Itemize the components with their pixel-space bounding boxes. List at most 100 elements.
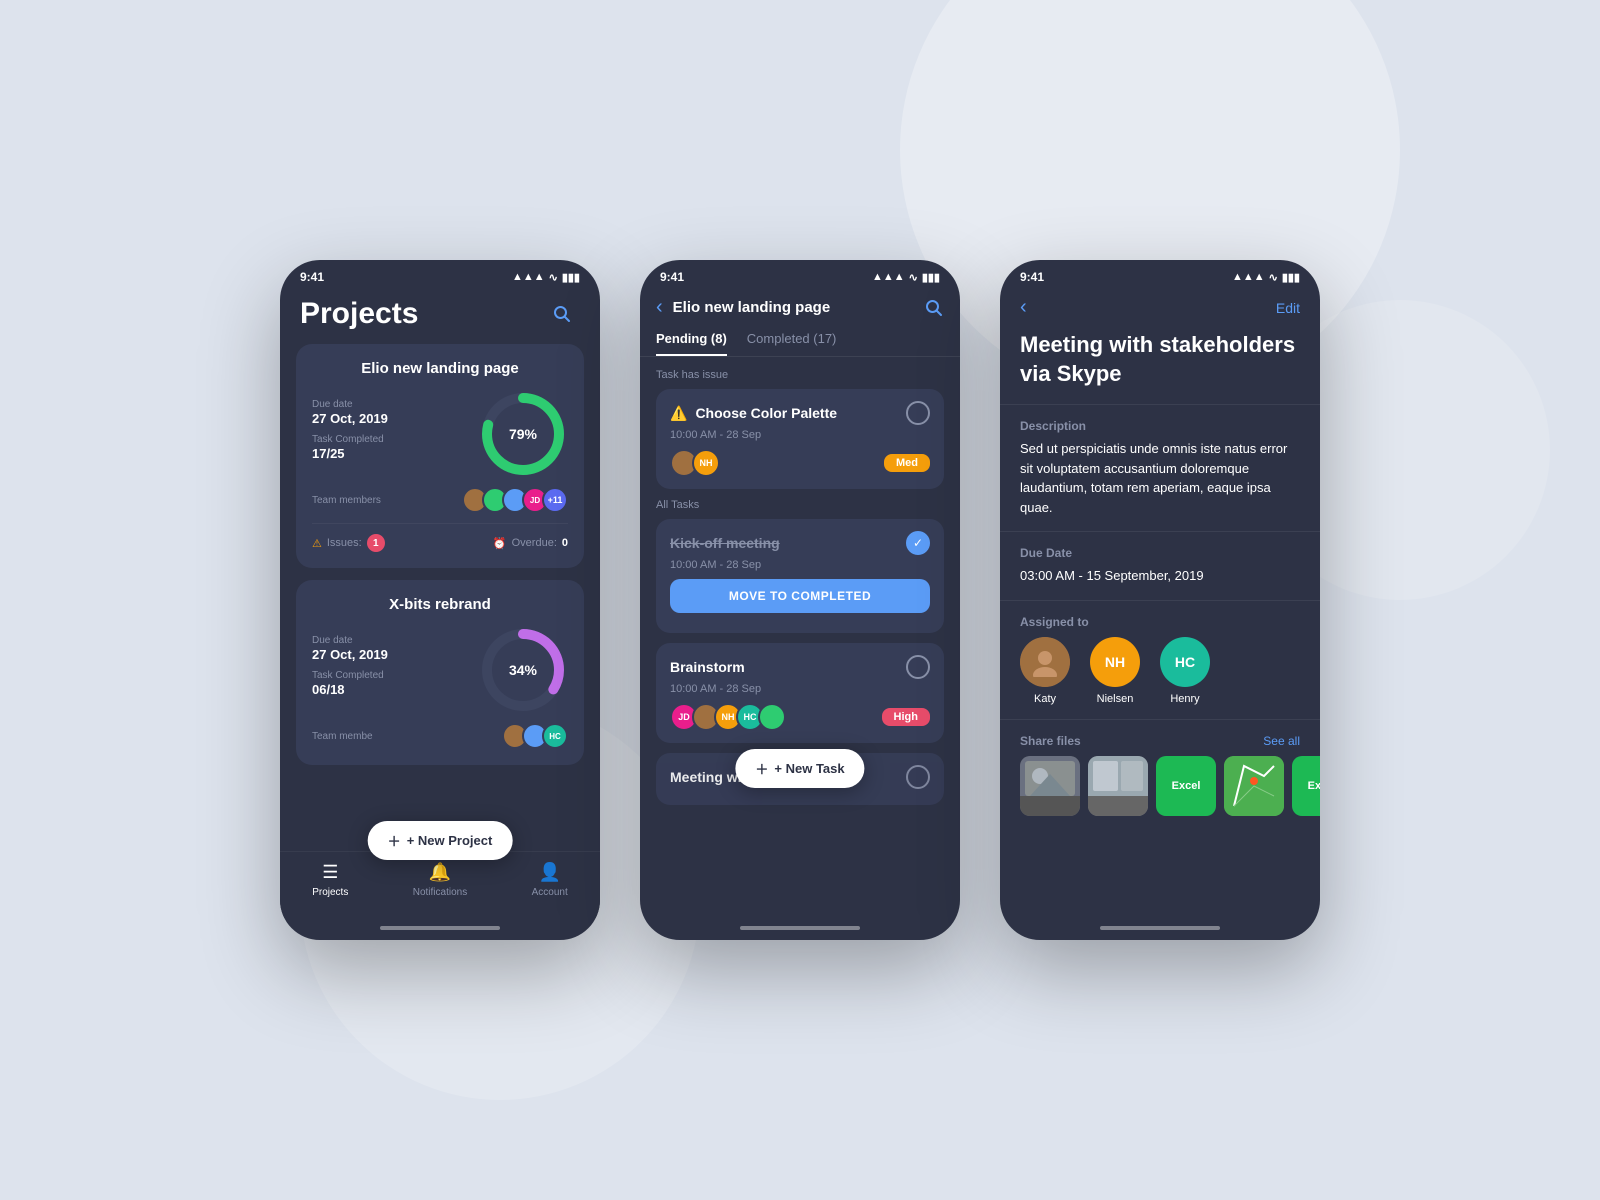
status-icons-1: ▲▲▲ ∿ ▮▮▮ — [512, 271, 580, 284]
phone-projects: 9:41 ▲▲▲ ∿ ▮▮▮ Projects Elio new landing… — [280, 260, 600, 940]
project-stats-xbits: Due date 27 Oct, 2019 Task Completed 06/… — [312, 625, 568, 715]
task-tabs: Pending (8) Completed (17) — [640, 331, 960, 357]
avatar-2-3: HC — [542, 723, 568, 749]
back-button-3[interactable]: ‹ — [1020, 296, 1027, 319]
task-card-brainstorm[interactable]: Brainstorm 10:00 AM - 28 Sep JD NH HC Hi… — [656, 643, 944, 743]
warning-icon-1: ⚠ — [312, 537, 322, 550]
tasks-done-1: 17/25 — [312, 446, 478, 461]
due-date-value-3: 03:00 AM - 15 September, 2019 — [1020, 566, 1300, 586]
signal-icon: ▲▲▲ — [512, 271, 545, 283]
status-bar-3: 9:41 ▲▲▲ ∿ ▮▮▮ — [1000, 260, 1320, 288]
new-task-button[interactable]: ＋ + New Task — [735, 749, 864, 788]
file-thumb-excel-1[interactable]: Excel — [1156, 756, 1216, 816]
issue-count-1: 1 — [367, 534, 385, 552]
file-thumb-excel-2[interactable]: Excel — [1292, 756, 1320, 816]
team-label-2: Team membe — [312, 731, 502, 742]
project-stats-elio: Due date 27 Oct, 2019 Task Completed 17/… — [312, 389, 568, 479]
description-value: Sed ut perspiciatis unde omnis iste natu… — [1020, 439, 1300, 517]
nav-projects[interactable]: ☰ Projects — [312, 862, 348, 898]
av-extra — [758, 703, 786, 731]
time-3: 9:41 — [1020, 270, 1044, 284]
assignee-avatar-henry: HC — [1160, 637, 1210, 687]
task-time-brainstorm: 10:00 AM - 28 Sep — [670, 683, 930, 695]
phones-container: 9:41 ▲▲▲ ∿ ▮▮▮ Projects Elio new landing… — [280, 260, 1320, 940]
assignee-name-henry: Henry — [1170, 693, 1199, 705]
signal-icon-3: ▲▲▲ — [1232, 271, 1265, 283]
share-files-label: Share files — [1020, 734, 1081, 748]
task-check-palette[interactable] — [906, 401, 930, 425]
task-check-brainstorm[interactable] — [906, 655, 930, 679]
nav-notifications[interactable]: 🔔 Notifications — [413, 862, 467, 898]
files-header: Share files See all — [1000, 719, 1320, 756]
new-task-label: + New Task — [774, 761, 844, 776]
priority-badge-palette: Med — [884, 454, 930, 472]
donut-label-1: 79% — [509, 426, 537, 442]
account-nav-icon: 👤 — [539, 862, 561, 883]
wifi-icon: ∿ — [549, 271, 558, 284]
task-list-header: ‹ Elio new landing page — [640, 288, 960, 331]
notifications-nav-icon: 🔔 — [429, 862, 451, 883]
project-card-elio[interactable]: Elio new landing page Due date 27 Oct, 2… — [296, 344, 584, 568]
issues-row-1: ⚠ Issues: 1 ⏰ Overdue: 0 — [312, 523, 568, 552]
new-project-button[interactable]: ＋ + New Project — [368, 821, 513, 860]
nav-account[interactable]: 👤 Account — [532, 862, 568, 898]
file-thumb-map[interactable] — [1224, 756, 1284, 816]
task-card-color-palette[interactable]: ⚠️ Choose Color Palette 10:00 AM - 28 Se… — [656, 389, 944, 489]
assignees-row: Katy NH Nielsen HC Henry — [1020, 637, 1300, 705]
battery-icon-2: ▮▮▮ — [922, 271, 940, 284]
status-icons-3: ▲▲▲ ∿ ▮▮▮ — [1232, 271, 1300, 284]
avatars-1: JD +11 — [462, 487, 568, 513]
status-bar-2: 9:41 ▲▲▲ ∿ ▮▮▮ — [640, 260, 960, 288]
assignee-avatar-nielsen: NH — [1090, 637, 1140, 687]
issue-section-label: Task has issue — [640, 369, 960, 381]
team-row-1: Team members JD +11 — [312, 487, 568, 513]
file-thumb-1[interactable] — [1020, 756, 1080, 816]
task-footer-palette: NH Med — [670, 449, 930, 477]
overdue-text: Overdue: — [512, 537, 557, 549]
bottom-nav-1: ☰ Projects 🔔 Notifications 👤 Account — [280, 851, 600, 918]
search-button-2[interactable] — [924, 298, 944, 318]
edit-button[interactable]: Edit — [1276, 300, 1300, 316]
task-header-palette: ⚠️ Choose Color Palette — [670, 401, 930, 425]
description-section: Description Sed ut perspiciatis unde omn… — [1000, 404, 1320, 531]
assignee-avatar-katy — [1020, 637, 1070, 687]
task-label-2: Task Completed — [312, 670, 478, 681]
project-card-xbits[interactable]: X-bits rebrand Due date 27 Oct, 2019 Tas… — [296, 580, 584, 765]
donut-chart-2: 34% — [478, 625, 568, 715]
search-button[interactable] — [544, 296, 580, 332]
see-all-button[interactable]: See all — [1263, 734, 1300, 748]
project-name-xbits: X-bits rebrand — [312, 596, 568, 613]
task-header-kickoff: Kick-off meeting ✓ — [670, 531, 930, 555]
due-label-2: Due date — [312, 635, 478, 646]
project-info-xbits: Due date 27 Oct, 2019 Task Completed 06/… — [312, 635, 478, 705]
task-label-1: Task Completed — [312, 434, 478, 445]
new-project-label: + New Project — [407, 833, 493, 848]
tab-pending[interactable]: Pending (8) — [656, 331, 727, 356]
task-check-kickoff[interactable]: ✓ — [906, 531, 930, 555]
plus-icon-2: ＋ — [755, 759, 768, 778]
task-header-brainstorm: Brainstorm — [670, 655, 930, 679]
tab-completed[interactable]: Completed (17) — [747, 331, 837, 356]
task-check-meeting[interactable] — [906, 765, 930, 789]
plus-icon-1: ＋ — [388, 831, 401, 850]
assigned-label: Assigned to — [1020, 615, 1300, 629]
team-label-1: Team members — [312, 495, 462, 506]
assignee-nielsen: NH Nielsen — [1090, 637, 1140, 705]
due-label-1: Due date — [312, 399, 478, 410]
home-indicator-2 — [740, 926, 860, 930]
home-indicator-1 — [380, 926, 500, 930]
projects-nav-icon: ☰ — [322, 862, 338, 883]
task-card-kickoff[interactable]: Kick-off meeting ✓ 10:00 AM - 28 Sep MOV… — [656, 519, 944, 633]
move-to-completed-button[interactable]: MOVE TO COMPLETED — [670, 579, 930, 613]
issue-text: Issues: — [327, 537, 362, 549]
description-label: Description — [1020, 419, 1300, 433]
back-button-2[interactable]: ‹ — [656, 296, 663, 319]
signal-icon-2: ▲▲▲ — [872, 271, 905, 283]
nav-notifications-label: Notifications — [413, 887, 467, 898]
avatars-2: HC — [502, 723, 568, 749]
nav-projects-label: Projects — [312, 887, 348, 898]
file-thumb-2[interactable] — [1088, 756, 1148, 816]
detail-title: Meeting with stakeholders via Skype — [1000, 331, 1320, 404]
task-title-kickoff: Kick-off meeting — [670, 535, 780, 551]
clock-icon-1: ⏰ — [493, 537, 507, 550]
